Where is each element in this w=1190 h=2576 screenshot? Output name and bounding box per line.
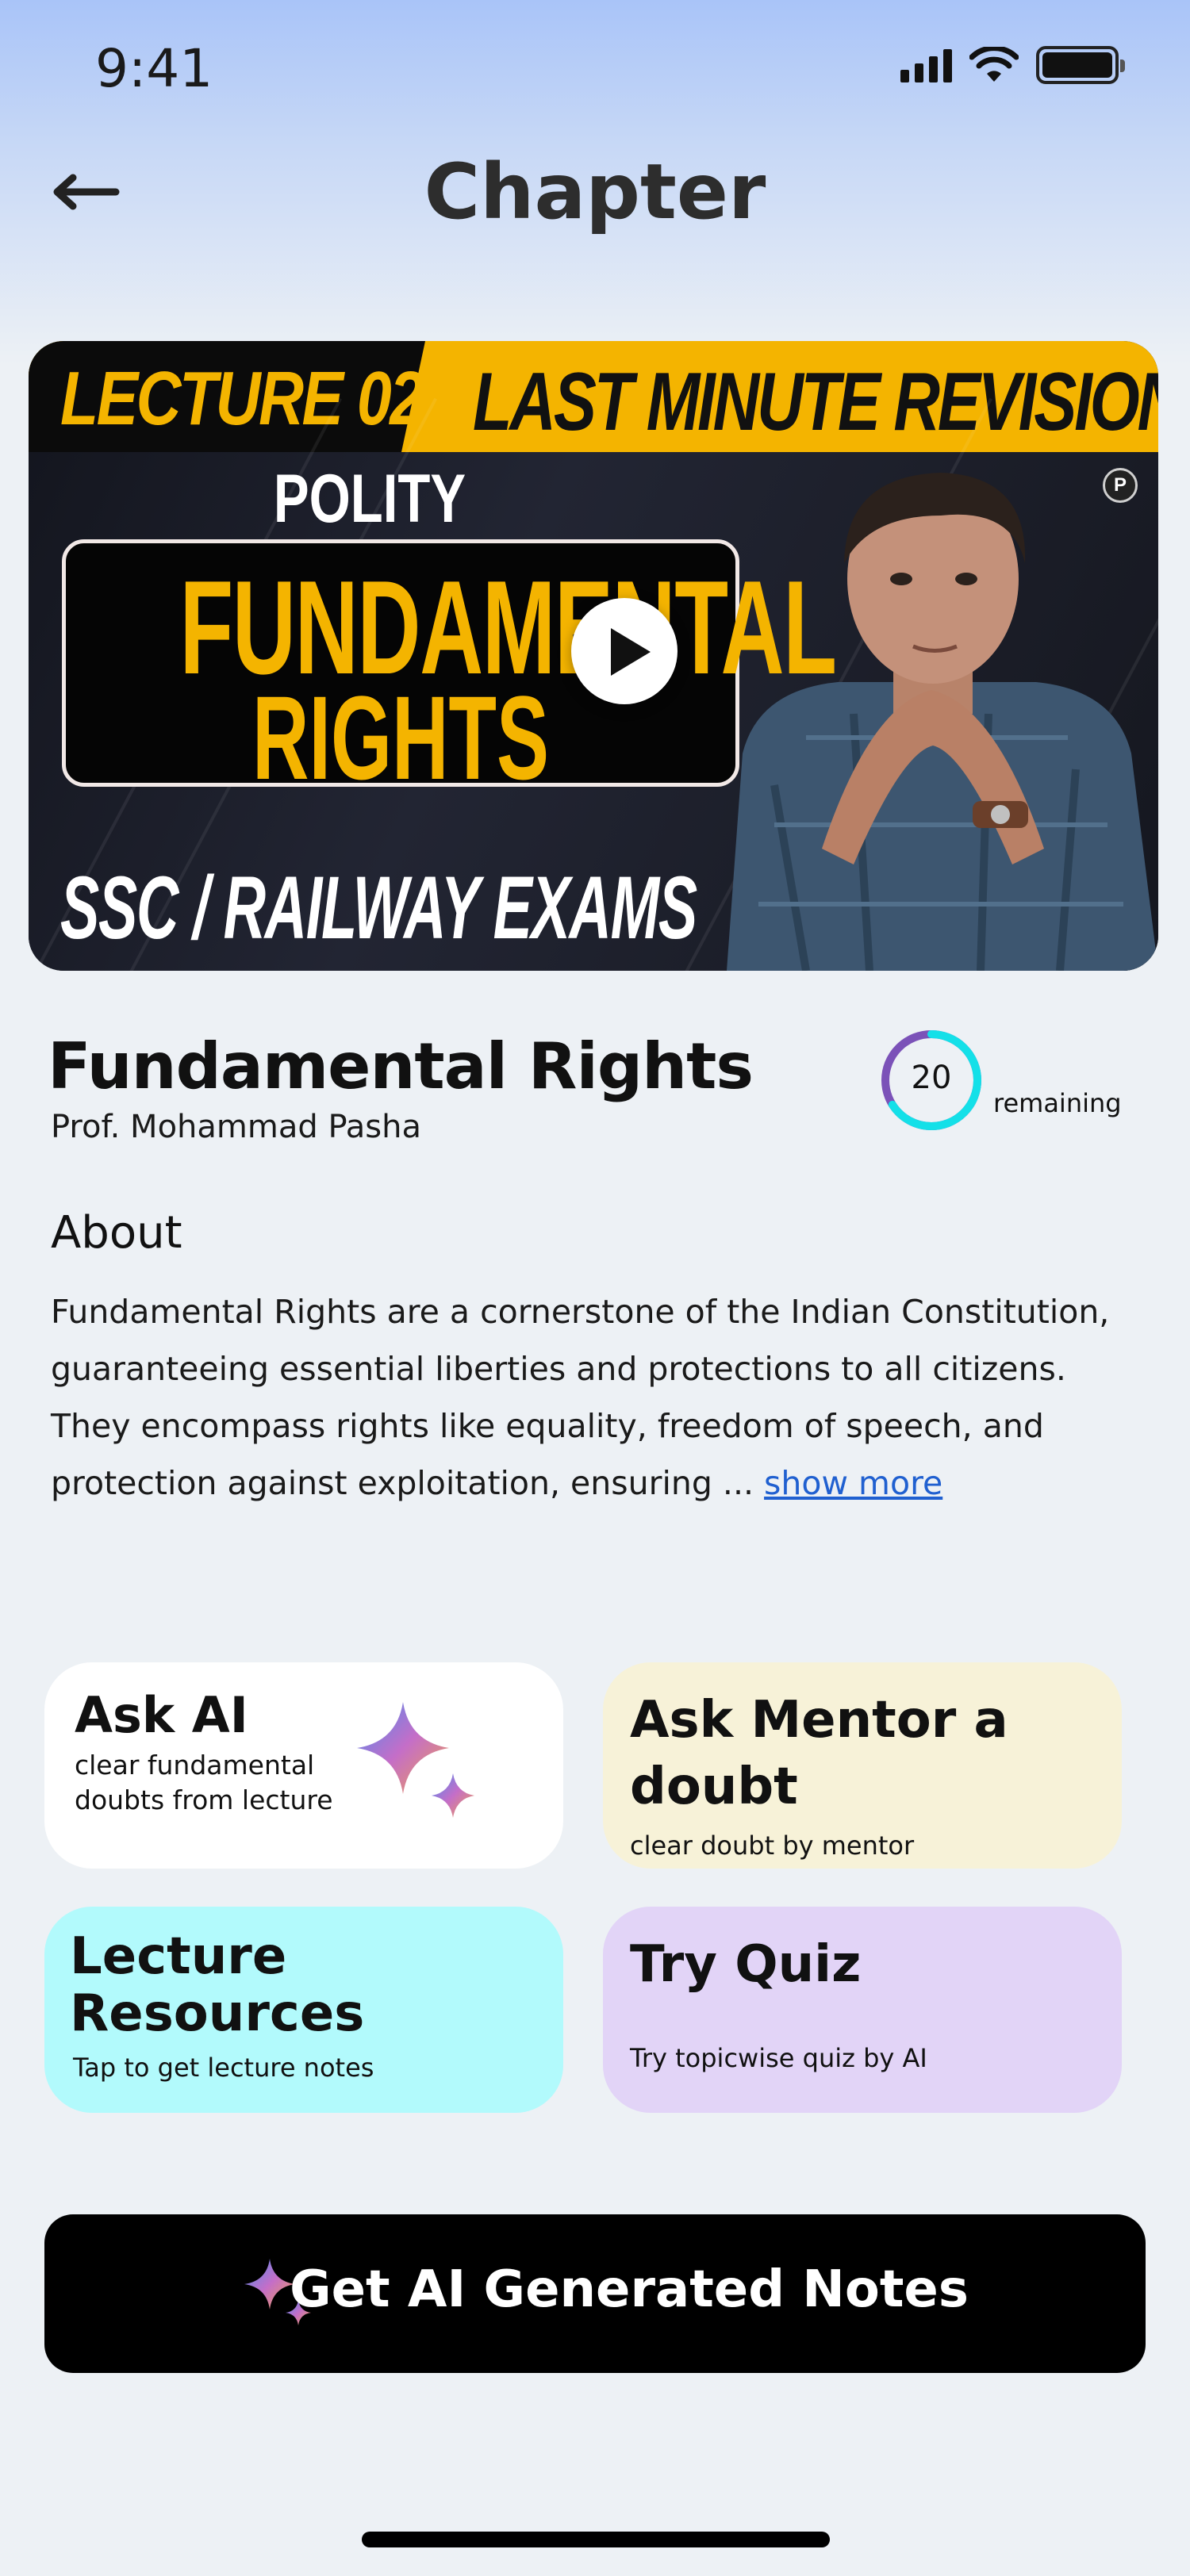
ask-mentor-title-line1: Ask Mentor a <box>630 1691 1008 1750</box>
lecture-resources-card[interactable]: Lecture Resources Tap to get lecture not… <box>44 1907 563 2113</box>
show-more-link[interactable]: show more <box>764 1464 942 1502</box>
ask-ai-title: Ask AI <box>75 1686 248 1744</box>
get-ai-notes-label: Get AI Generated Notes <box>290 2260 969 2319</box>
video-subject: POLITY <box>273 461 466 537</box>
home-indicator[interactable] <box>362 2532 830 2547</box>
video-exam-label: SSC / RAILWAY EXAMS <box>60 858 697 957</box>
wifi-icon <box>969 47 1019 82</box>
lecture-title: Fundamental Rights <box>48 1029 754 1103</box>
video-topic-line2: RIGHTS <box>251 671 550 804</box>
cellular-signal-icon <box>900 48 952 82</box>
try-quiz-card[interactable]: Try Quiz Try topicwise quiz by AI <box>603 1907 1122 2113</box>
lecture-resources-title-line1: Lecture <box>70 1927 287 1986</box>
lecture-author: Prof. Mohammad Pasha <box>51 1109 421 1145</box>
ask-ai-subtitle-line1: clear fundamental <box>75 1750 315 1781</box>
battery-icon <box>1036 46 1125 84</box>
channel-logo: P <box>1103 468 1138 503</box>
play-button[interactable] <box>571 598 678 704</box>
ask-ai-card[interactable]: Ask AI clear fundamental doubts from lec… <box>44 1662 563 1869</box>
about-body: Fundamental Rights are a cornerstone of … <box>51 1293 1110 1502</box>
get-ai-notes-button[interactable]: Get AI Generated Notes <box>44 2214 1146 2373</box>
video-player[interactable]: LECTURE 02 LAST MINUTE REVISION P POLITY… <box>29 341 1158 971</box>
presenter-image <box>727 473 1158 971</box>
try-quiz-subtitle: Try topicwise quiz by AI <box>630 2043 927 2073</box>
lecture-resources-title-line2: Resources <box>70 1984 365 2043</box>
remaining-label: remaining <box>993 1088 1122 1118</box>
status-time: 9:41 <box>95 38 213 99</box>
about-text: Fundamental Rights are a cornerstone of … <box>51 1283 1154 1512</box>
page-title: Chapter <box>424 148 766 236</box>
banner-revision-text: LAST MINUTE REVISION <box>473 356 1158 448</box>
try-quiz-title: Try Quiz <box>630 1935 862 1994</box>
video-banner: LECTURE 02 LAST MINUTE REVISION <box>29 341 1158 452</box>
lecture-resources-subtitle: Tap to get lecture notes <box>73 2053 374 2083</box>
ask-ai-subtitle-line2: doubts from lecture <box>75 1784 333 1815</box>
ask-mentor-title-line2: doubt <box>630 1758 798 1816</box>
about-heading: About <box>51 1207 182 1259</box>
status-icons <box>900 46 1125 84</box>
ask-mentor-card[interactable]: Ask Mentor a doubt clear doubt by mentor <box>603 1662 1122 1869</box>
banner-lecture-number: LECTURE 02 <box>60 356 424 441</box>
ask-mentor-subtitle: clear doubt by mentor <box>630 1830 915 1861</box>
remaining-count: 20 <box>911 1060 952 1096</box>
sparkle-icon <box>357 1702 474 1818</box>
